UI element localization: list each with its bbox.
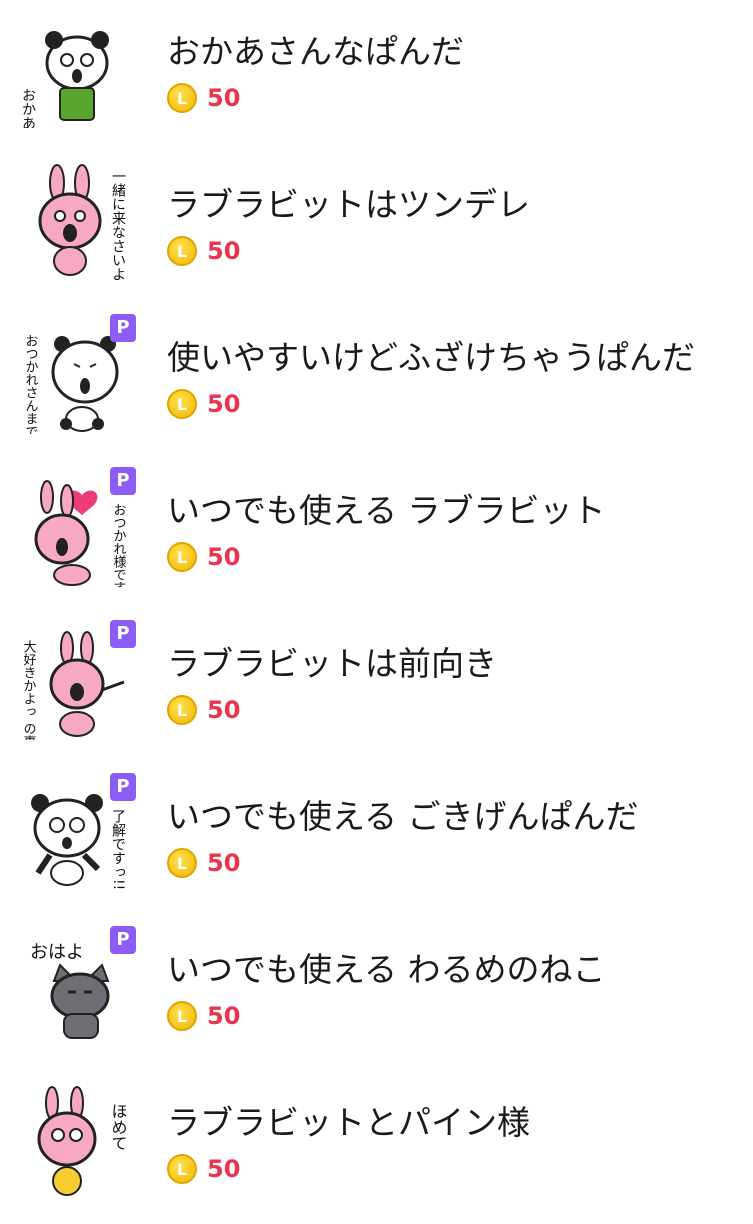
coin-icon: L <box>167 83 197 113</box>
sticker-price: L 50 <box>167 694 240 726</box>
coin-icon: L <box>167 542 197 572</box>
coin-icon: L <box>167 1001 197 1031</box>
coin-icon: L <box>167 389 197 419</box>
premium-badge: P <box>110 467 136 495</box>
sticker-price: L 50 <box>167 541 240 573</box>
sticker-price: L 50 <box>167 1153 240 1185</box>
sticker-price: L 50 <box>167 235 240 267</box>
sticker-title: おかあさんなぱんだ <box>167 32 464 71</box>
sticker-item[interactable]: おつかれさんまでした P 使いやすいけどふざけちゃうぱんだ L 50 <box>0 306 753 459</box>
sticker-thumbnail: ほめて <box>22 1079 142 1199</box>
sticker-item[interactable]: 一緒に来なさいよ ラブラビットはツンデレ L 50 <box>0 153 753 306</box>
coin-icon: L <box>167 848 197 878</box>
price-amount: 50 <box>207 1155 241 1183</box>
sticker-thumbnail: 了解ですっ!! P <box>22 773 142 893</box>
sticker-thumb-text: 一緒に来なさいよ <box>110 169 126 281</box>
sticker-price: L 50 <box>167 847 240 879</box>
sticker-item[interactable]: 了解ですっ!! P いつでも使える ごきげんぱんだ L 50 <box>0 765 753 918</box>
sticker-thumb-text: ほめて <box>109 1103 128 1151</box>
premium-badge: P <box>110 926 136 954</box>
price-amount: 50 <box>207 543 241 571</box>
premium-badge: P <box>110 620 136 648</box>
sticker-title: いつでも使える ごきげんぱんだ <box>167 797 639 836</box>
sticker-item[interactable]: 大好きかよっ の事 P ラブラビットは前向き L 50 <box>0 612 753 765</box>
sticker-price: L 50 <box>167 82 240 114</box>
premium-badge: P <box>110 314 136 342</box>
sticker-title: いつでも使える ラブラビット <box>167 491 606 530</box>
premium-badge: P <box>110 773 136 801</box>
coin-icon: L <box>167 1154 197 1184</box>
coin-icon: L <box>167 236 197 266</box>
price-amount: 50 <box>207 390 241 418</box>
sticker-title: 使いやすいけどふざけちゃうぱんだ <box>167 338 695 377</box>
sticker-thumbnail: おかあさん 登場っ <box>22 8 142 128</box>
price-amount: 50 <box>207 84 241 112</box>
price-amount: 50 <box>207 1002 241 1030</box>
sticker-thumbnail: おつかれさんまでした P <box>22 314 142 434</box>
sticker-thumb-text: 了解ですっ!! <box>110 809 126 890</box>
sticker-thumb-text: おはよ <box>30 942 84 963</box>
sticker-price: L 50 <box>167 1000 240 1032</box>
sticker-item[interactable]: おつかれ様ですっ P いつでも使える ラブラビット L 50 <box>0 459 753 612</box>
price-amount: 50 <box>207 237 241 265</box>
pink-rabbit-icon: 一緒に来なさいよ <box>38 164 126 281</box>
sticker-title: ラブラビットは前向き <box>167 644 497 683</box>
coin-icon: L <box>167 695 197 725</box>
sticker-thumb-text: おつかれ様ですっ <box>111 503 127 587</box>
sticker-list: おかあさん 登場っ おかあさんなぱんだ L 50 一緒に来なさいよ ラブラビット… <box>0 0 753 1200</box>
sticker-thumb-text: おつかれさんまでした <box>23 334 39 434</box>
sticker-title: ラブラビットはツンデレ <box>167 185 530 224</box>
panda-mother-icon: おかあさん 登場っ <box>22 31 109 128</box>
sticker-title: ラブラビットとパイン様 <box>167 1103 530 1142</box>
sticker-thumbnail: おはよ P <box>22 926 142 1046</box>
price-amount: 50 <box>207 849 241 877</box>
sticker-item[interactable]: ほめて ラブラビットとパイン様 L 50 <box>0 1071 753 1224</box>
price-amount: 50 <box>207 696 241 724</box>
sticker-thumb-text: おかあさん 登場っ <box>22 88 36 128</box>
sticker-thumb-text: 大好きかよっ の事 <box>22 640 36 740</box>
sticker-title: いつでも使える わるめのねこ <box>167 950 606 989</box>
sticker-thumbnail: 一緒に来なさいよ <box>22 161 142 281</box>
sticker-thumbnail: おつかれ様ですっ P <box>22 467 142 587</box>
sticker-item[interactable]: おはよ P いつでも使える わるめのねこ L 50 <box>0 918 753 1071</box>
sticker-thumbnail: 大好きかよっ の事 P <box>22 620 142 740</box>
sticker-item[interactable]: おかあさん 登場っ おかあさんなぱんだ L 50 <box>0 0 753 153</box>
pink-rabbit-icon: ほめて <box>37 1086 128 1196</box>
sticker-price: L 50 <box>167 388 240 420</box>
